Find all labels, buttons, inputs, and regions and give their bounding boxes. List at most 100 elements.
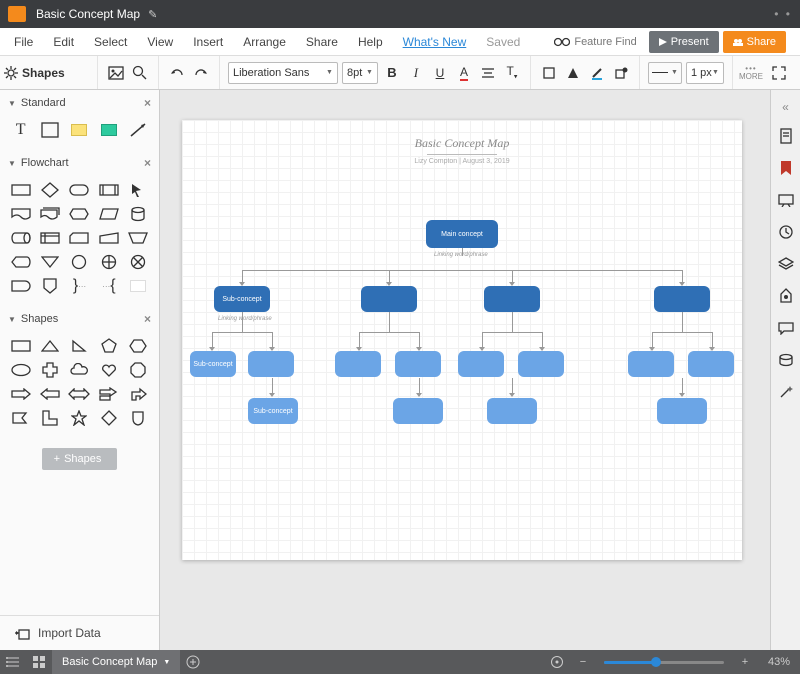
shape-text[interactable]: T xyxy=(6,118,35,142)
fill-color-icon[interactable] xyxy=(538,62,560,84)
shape-block[interactable] xyxy=(35,118,64,142)
list-view-icon[interactable] xyxy=(0,650,26,674)
node-lvl3[interactable] xyxy=(657,398,707,424)
menu-whats-new[interactable]: What's New xyxy=(403,35,467,49)
feature-find[interactable]: Feature Find xyxy=(554,36,636,48)
share-button[interactable]: Share xyxy=(723,31,786,53)
shape-note[interactable] xyxy=(65,118,94,142)
shape-predefined[interactable] xyxy=(94,178,123,202)
category-shapes[interactable]: ▼Shapes× xyxy=(0,306,159,332)
menu-view[interactable]: View xyxy=(147,35,173,49)
node-sub-2[interactable] xyxy=(361,286,417,312)
zoom-in-button[interactable]: + xyxy=(732,650,758,674)
menu-file[interactable]: File xyxy=(14,35,33,49)
shape-triangle[interactable] xyxy=(35,334,64,358)
notes-icon[interactable] xyxy=(775,125,797,147)
node-sub-4[interactable] xyxy=(654,286,710,312)
redo-icon[interactable] xyxy=(190,62,212,84)
shape-process[interactable] xyxy=(6,178,35,202)
shape-manual-input[interactable] xyxy=(94,226,123,250)
collapse-dock-icon[interactable]: « xyxy=(782,94,789,120)
shape-off-page[interactable] xyxy=(35,274,64,298)
menu-help[interactable]: Help xyxy=(358,35,383,49)
node-lvl3[interactable]: Sub-concept xyxy=(248,398,298,424)
page-subtitle[interactable]: Lizy Compton | August 3, 2019 xyxy=(182,158,742,165)
shape-shield[interactable] xyxy=(124,406,153,430)
node-sub-3[interactable] xyxy=(484,286,540,312)
shape-line[interactable] xyxy=(124,118,153,142)
node-lvl3[interactable] xyxy=(487,398,537,424)
shape-or[interactable] xyxy=(124,250,153,274)
underline-icon[interactable]: U xyxy=(429,62,451,84)
page-title[interactable]: Basic Concept Map xyxy=(182,120,742,151)
category-flowchart[interactable]: ▼Flowchart× xyxy=(0,150,159,176)
present-button[interactable]: Present xyxy=(649,31,719,53)
node-lvl2[interactable] xyxy=(458,351,504,377)
theme-icon[interactable] xyxy=(775,285,797,307)
menu-insert[interactable]: Insert xyxy=(193,35,223,49)
shape-cross[interactable] xyxy=(35,358,64,382)
shape-bent-arrow[interactable] xyxy=(124,382,153,406)
shape-display[interactable] xyxy=(6,250,35,274)
shape-multi-doc[interactable] xyxy=(35,202,64,226)
shape-card[interactable] xyxy=(65,226,94,250)
shape-arrow-left[interactable] xyxy=(35,382,64,406)
menu-share[interactable]: Share xyxy=(306,35,338,49)
line-color-icon[interactable] xyxy=(586,62,608,84)
insert-image-icon[interactable] xyxy=(105,62,127,84)
shape-diamond2[interactable] xyxy=(94,406,123,430)
shape-arrow-right[interactable] xyxy=(6,382,35,406)
shape-pointer[interactable] xyxy=(124,178,153,202)
close-category-icon[interactable]: × xyxy=(144,96,151,110)
undo-icon[interactable] xyxy=(166,62,188,84)
shape-document[interactable] xyxy=(6,202,35,226)
node-lvl2[interactable] xyxy=(688,351,734,377)
layers-icon[interactable] xyxy=(775,253,797,275)
edit-title-icon[interactable]: ✎ xyxy=(148,8,157,21)
menu-arrange[interactable]: Arrange xyxy=(243,35,286,49)
comments-icon[interactable] xyxy=(775,317,797,339)
shape-rectangle[interactable] xyxy=(6,334,35,358)
shape-octagon[interactable] xyxy=(124,358,153,382)
node-lvl2[interactable] xyxy=(395,351,441,377)
shape-internal[interactable] xyxy=(35,226,64,250)
shape-hotspot[interactable] xyxy=(94,118,123,142)
text-color-icon[interactable]: A xyxy=(453,62,475,84)
shape-heart[interactable] xyxy=(94,358,123,382)
shape-database[interactable] xyxy=(124,202,153,226)
node-lvl3[interactable] xyxy=(393,398,443,424)
shape-brace-left[interactable]: ⋯{ xyxy=(94,274,123,298)
bookmark-icon[interactable] xyxy=(775,157,797,179)
font-family-select[interactable]: Liberation Sans xyxy=(228,62,338,84)
shape-merge[interactable] xyxy=(35,250,64,274)
shape-pentagon[interactable] xyxy=(94,334,123,358)
node-lvl2[interactable] xyxy=(335,351,381,377)
shape-delay[interactable] xyxy=(6,274,35,298)
document-title[interactable]: Basic Concept Map xyxy=(36,7,140,21)
fullscreen-icon[interactable] xyxy=(769,62,790,84)
add-shapes-button[interactable]: +Shapes xyxy=(42,448,118,470)
history-icon[interactable] xyxy=(775,221,797,243)
zoom-out-button[interactable]: − xyxy=(570,650,596,674)
shape-terminator[interactable] xyxy=(65,178,94,202)
menu-select[interactable]: Select xyxy=(94,35,127,49)
shape-data[interactable] xyxy=(94,202,123,226)
line-width-select[interactable]: 1 px xyxy=(686,62,724,84)
shape-direct-data[interactable] xyxy=(6,226,35,250)
menu-edit[interactable]: Edit xyxy=(53,35,74,49)
shape-options-icon[interactable] xyxy=(610,62,632,84)
line-style-select[interactable] xyxy=(648,62,682,84)
magic-icon[interactable] xyxy=(775,381,797,403)
close-category-icon[interactable]: × xyxy=(144,156,151,170)
node-lvl2[interactable] xyxy=(518,351,564,377)
search-icon[interactable] xyxy=(129,62,151,84)
node-lvl2[interactable] xyxy=(248,351,294,377)
shape-summing[interactable] xyxy=(94,250,123,274)
shape-arrow-both[interactable] xyxy=(65,382,94,406)
node-lvl2[interactable]: Sub-concept xyxy=(190,351,236,377)
presentation-icon[interactable] xyxy=(775,189,797,211)
shape-right-triangle[interactable] xyxy=(65,334,94,358)
shape-decision[interactable] xyxy=(35,178,64,202)
italic-icon[interactable]: I xyxy=(405,62,427,84)
canvas-area[interactable]: Basic Concept Map Lizy Compton | August … xyxy=(160,90,770,650)
